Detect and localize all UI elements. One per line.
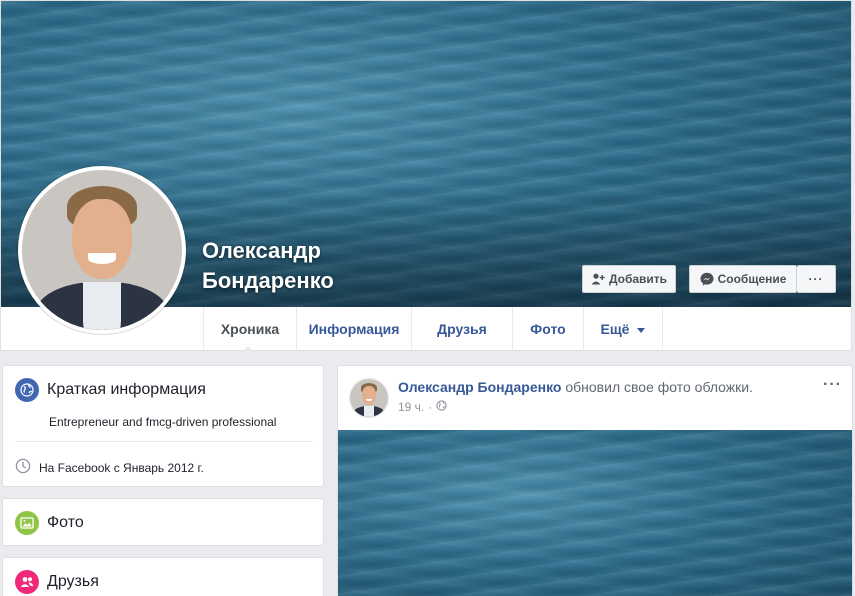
add-friend-label: Добавить: [608, 272, 668, 286]
profile-name[interactable]: Олександр Бондаренко: [202, 236, 402, 296]
tab-more[interactable]: Ещё: [583, 307, 663, 351]
photos-header: Фото: [15, 511, 84, 535]
intro-title: Краткая информация: [47, 381, 206, 398]
divider: [15, 441, 313, 442]
profile-picture[interactable]: [18, 166, 186, 334]
meta-separator: ·: [428, 400, 433, 414]
profile-name-line1: Олександр: [202, 238, 321, 263]
avatar: [22, 170, 182, 330]
friends-icon: [15, 570, 39, 594]
timeline-post: Олександр Бондаренко обновил свое фото о…: [337, 365, 853, 596]
post-author-avatar[interactable]: [349, 378, 389, 418]
joined-text: На Facebook с Январь 2012 г.: [39, 460, 204, 475]
intro-header: Краткая информация: [15, 378, 206, 402]
add-friend-button[interactable]: Добавить: [582, 265, 676, 293]
post-timestamp[interactable]: 19 ч.: [398, 400, 424, 414]
more-options-button[interactable]: ···: [797, 265, 836, 293]
clock-icon: [15, 458, 31, 477]
friends-title: Друзья: [47, 573, 99, 590]
post-action-text: обновил свое фото обложки.: [561, 379, 753, 395]
post-options-button[interactable]: ···: [823, 376, 842, 394]
message-button[interactable]: Сообщение: [689, 265, 797, 293]
post-meta: 19 ч. ·: [398, 400, 447, 414]
active-tab-indicator: [242, 346, 254, 352]
messenger-icon: [700, 272, 714, 286]
more-dots-icon: ···: [808, 272, 824, 286]
photos-title: Фото: [47, 514, 84, 531]
avatar: [350, 379, 388, 417]
chevron-down-icon: [637, 327, 646, 333]
friends-header: Друзья: [15, 570, 99, 594]
photo-icon: [15, 511, 39, 535]
tab-about[interactable]: Информация: [296, 307, 411, 351]
profile-name-line2: Бондаренко: [202, 268, 334, 293]
tab-timeline[interactable]: Хроника: [203, 307, 296, 351]
post-cover-image[interactable]: [338, 430, 852, 596]
intro-card: Краткая информация Entrepreneur and fmcg…: [2, 365, 324, 487]
photos-card[interactable]: Фото: [2, 498, 324, 546]
add-friend-icon: [591, 273, 605, 285]
joined-row: На Facebook с Январь 2012 г.: [15, 458, 204, 477]
message-label: Сообщение: [717, 272, 787, 286]
tab-photos[interactable]: Фото: [512, 307, 583, 351]
friends-card[interactable]: Друзья: [2, 557, 324, 596]
globe-icon: [15, 378, 39, 402]
post-header-line: Олександр Бондаренко обновил свое фото о…: [398, 379, 753, 395]
intro-bio: Entrepreneur and fmcg-driven professiona…: [49, 415, 277, 429]
post-author-link[interactable]: Олександр Бондаренко: [398, 379, 561, 395]
tab-friends[interactable]: Друзья: [411, 307, 512, 351]
public-globe-icon[interactable]: [436, 400, 447, 414]
